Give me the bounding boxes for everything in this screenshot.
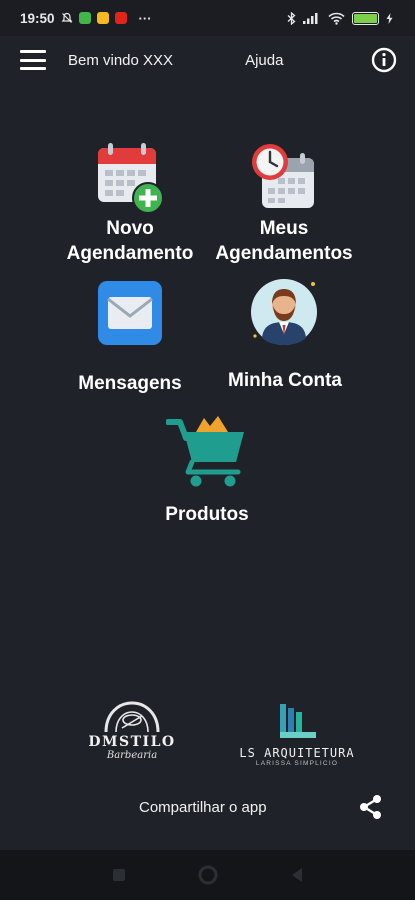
dmstilo-logo-title: DMSTILO (88, 734, 176, 750)
status-time: 19:50 (20, 10, 55, 26)
app-screen: 19:50 ··· Bem vindo XXX Ajuda Novo Agend… (0, 0, 415, 900)
recents-icon[interactable] (112, 868, 126, 882)
app-header: Bem vindo XXX Ajuda (0, 36, 415, 84)
system-nav-bar (0, 850, 415, 900)
user-avatar-icon (251, 279, 317, 345)
share-icon[interactable] (358, 794, 384, 820)
charging-bolt-icon (386, 12, 393, 24)
share-row: Compartilhar o app (0, 792, 415, 822)
share-app-link[interactable]: Compartilhar o app (139, 799, 267, 816)
back-icon[interactable] (290, 867, 304, 883)
ls-logo-subtitle: LARISSA SIMPLICIO (255, 760, 339, 767)
signal-icon (303, 13, 318, 24)
youtube-icon (114, 12, 127, 24)
tile-produtos[interactable]: Produtos (137, 408, 277, 527)
shopping-cart-icon (166, 416, 244, 487)
help-link[interactable]: Ajuda (245, 52, 283, 69)
silent-icon (61, 12, 72, 23)
tile-label: Mensagens (78, 373, 182, 394)
calendar-add-icon (98, 143, 164, 214)
tile-label: Meus (259, 218, 309, 239)
ls-logo-title: LS ARQUITETURA (239, 746, 355, 760)
tile-label: Minha Conta (228, 370, 342, 391)
app-notification-icon (96, 12, 109, 24)
tile-meus-agendamentos[interactable]: Meus Agendamentos (208, 140, 360, 266)
home-icon[interactable] (198, 865, 218, 885)
partner-logos: DMSTILO Barbearia LS ARQUITETURA LARISSA… (0, 696, 415, 776)
status-bar: 19:50 ··· (0, 0, 415, 36)
status-left: 19:50 ··· (20, 11, 152, 26)
tile-mensagens[interactable]: Mensagens (60, 280, 200, 396)
tile-label: Produtos (165, 504, 249, 525)
tile-label: Agendamentos (215, 243, 353, 264)
ls-emblem-icon (280, 704, 316, 738)
calendar-clock-icon (252, 144, 314, 208)
welcome-text: Bem vindo XXX (68, 51, 174, 69)
tile-novo-agendamento[interactable]: Novo Agendamento (60, 140, 200, 266)
status-overflow: ··· (138, 10, 152, 26)
battery-charging-icon (352, 11, 379, 25)
tile-label: Agendamento (66, 243, 194, 264)
dmstilo-logo-subtitle: Barbearia (106, 750, 158, 761)
status-right (287, 11, 393, 25)
bluetooth-icon (287, 11, 296, 25)
barber-emblem-icon (104, 701, 160, 733)
dmstilo-logo[interactable]: DMSTILO Barbearia (86, 698, 178, 774)
tile-label: Novo (106, 218, 154, 239)
wifi-icon (328, 12, 345, 25)
ls-arquitetura-logo[interactable]: LS ARQUITETURA LARISSA SIMPLICIO (238, 702, 356, 774)
info-icon[interactable] (371, 47, 397, 73)
tile-minha-conta[interactable]: Minha Conta (215, 276, 355, 393)
envelope-icon (98, 281, 162, 345)
app-notification-icon (78, 12, 91, 24)
hamburger-menu-icon[interactable] (20, 50, 46, 70)
